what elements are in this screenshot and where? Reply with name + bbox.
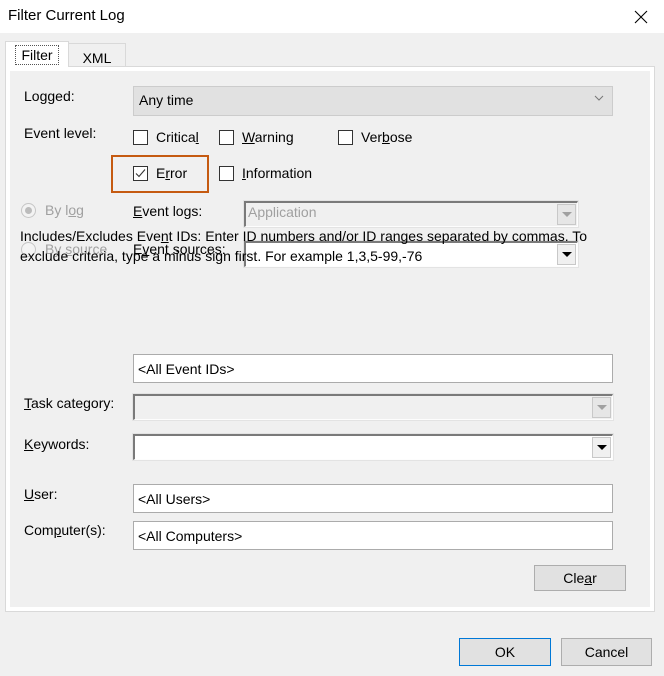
keywords-dropdown-button[interactable] bbox=[592, 437, 611, 458]
event-level-label: Event level: bbox=[24, 125, 97, 141]
task-category-label: Task category: bbox=[24, 395, 115, 411]
ok-button[interactable]: OK bbox=[459, 638, 551, 666]
information-checkbox[interactable]: Information bbox=[219, 165, 312, 181]
close-icon bbox=[634, 10, 648, 23]
event-ids-description: Includes/Excludes Event IDs: Enter ID nu… bbox=[20, 228, 588, 264]
event-ids-input[interactable]: <All Event IDs> bbox=[133, 354, 613, 383]
error-label: Error bbox=[156, 165, 188, 181]
chevron-down-icon bbox=[594, 95, 604, 101]
by-log-label: By log bbox=[45, 202, 84, 218]
close-button[interactable] bbox=[618, 0, 664, 33]
verbose-checkbox[interactable]: Verbose bbox=[338, 129, 412, 145]
checkbox-box-checked[interactable] bbox=[133, 165, 148, 181]
tab-filter[interactable]: Filter bbox=[5, 41, 69, 67]
logged-value: Any time bbox=[139, 92, 194, 108]
clear-button[interactable]: Cle a r bbox=[534, 565, 626, 591]
critical-label: Critical bbox=[156, 129, 199, 145]
warning-checkbox[interactable]: Warning bbox=[219, 129, 294, 145]
event-logs-dropdown-button[interactable] bbox=[557, 204, 576, 225]
radio-circle-selected[interactable] bbox=[21, 202, 36, 218]
tab-xml-label: XML bbox=[82, 49, 112, 66]
by-log-radio[interactable]: By log bbox=[21, 202, 84, 218]
verbose-label: Verbose bbox=[361, 129, 413, 145]
user-label: User: bbox=[24, 486, 58, 502]
dropdown-arrow-icon bbox=[596, 445, 607, 450]
critical-checkbox[interactable]: Critical bbox=[133, 129, 199, 145]
checkbox-box[interactable] bbox=[219, 129, 234, 145]
window-title: Filter Current Log bbox=[8, 7, 125, 24]
checkbox-box[interactable] bbox=[219, 165, 234, 181]
user-input[interactable]: <All Users> bbox=[133, 484, 613, 513]
cancel-button[interactable]: Cancel bbox=[561, 638, 652, 666]
warning-label: Warning bbox=[242, 129, 294, 145]
event-logs-value: Application bbox=[248, 204, 317, 220]
event-logs-label: Event logs: bbox=[133, 203, 203, 219]
computers-input[interactable]: <All Computers> bbox=[133, 521, 613, 550]
checkbox-box[interactable] bbox=[133, 129, 148, 145]
checkmark-icon bbox=[135, 168, 146, 177]
tab-xml[interactable]: XML bbox=[68, 43, 126, 67]
keywords-dropdown[interactable] bbox=[132, 433, 614, 461]
computers-label: Computer(s): bbox=[24, 522, 106, 538]
information-label: Information bbox=[242, 165, 313, 181]
dropdown-arrow-icon bbox=[561, 212, 572, 217]
title-bar: Filter Current Log bbox=[0, 0, 664, 33]
dropdown-arrow-icon bbox=[596, 405, 607, 410]
checkbox-box[interactable] bbox=[338, 129, 353, 145]
task-category-dropdown-button[interactable] bbox=[592, 397, 611, 418]
logged-dropdown[interactable]: Any time bbox=[133, 86, 613, 116]
keywords-label: Keywords: bbox=[24, 436, 90, 452]
event-logs-dropdown[interactable]: Application bbox=[243, 200, 579, 228]
task-category-dropdown[interactable] bbox=[132, 393, 614, 421]
tab-filter-label: Filter bbox=[15, 44, 59, 65]
error-checkbox[interactable]: Error bbox=[133, 165, 187, 181]
logged-label: Logged: bbox=[24, 88, 75, 104]
